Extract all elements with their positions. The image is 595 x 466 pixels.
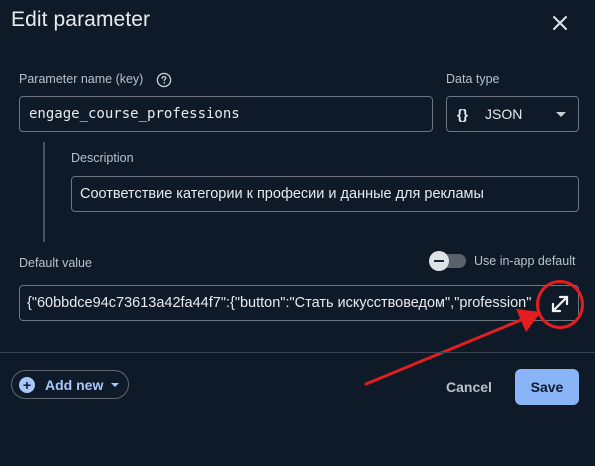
default-value-label: Default value	[19, 256, 92, 270]
expand-icon	[551, 295, 569, 313]
edit-parameter-dialog: Edit parameter Parameter name (key) Data…	[0, 0, 595, 466]
data-type-select[interactable]: {} JSON	[446, 96, 579, 132]
close-icon	[553, 16, 567, 30]
default-value-input[interactable]: {"60bbdce94c73613a42fa44f7":{"button":"С…	[19, 285, 579, 321]
json-braces-icon: {}	[457, 106, 468, 122]
save-button[interactable]: Save	[515, 369, 579, 405]
footer-divider	[0, 352, 595, 353]
add-new-label: Add new	[45, 376, 104, 393]
parameter-name-label: Parameter name (key)	[19, 72, 144, 86]
description-label: Description	[71, 151, 134, 165]
help-icon[interactable]	[156, 72, 172, 88]
chevron-down-icon	[556, 112, 566, 117]
data-type-selected: JSON	[485, 106, 523, 122]
add-circle-icon: +	[19, 376, 35, 393]
data-type-label: Data type	[446, 72, 500, 86]
toggle-track	[429, 251, 466, 271]
toggle-off-icon	[434, 260, 444, 262]
close-button[interactable]	[546, 9, 574, 37]
parameter-key-value: engage_course_professions	[29, 106, 240, 122]
use-in-app-default-label: Use in-app default	[474, 254, 576, 268]
description-value: Соответствие категории к професии и данн…	[80, 186, 484, 202]
default-value-text: {"60bbdce94c73613a42fa44f7":{"button":"С…	[27, 295, 532, 311]
parameter-key-input[interactable]: engage_course_professions	[19, 96, 433, 132]
dialog-title: Edit parameter	[11, 8, 151, 31]
chevron-down-icon	[111, 382, 120, 387]
description-input[interactable]: Соответствие категории к професии и данн…	[71, 176, 579, 212]
use-in-app-default-toggle[interactable]: Use in-app default	[429, 251, 576, 271]
cancel-button[interactable]: Cancel	[440, 372, 498, 402]
description-indent-line	[43, 142, 45, 242]
add-new-button[interactable]: + Add new	[11, 370, 129, 399]
toggle-knob	[429, 251, 449, 271]
expand-editor-button[interactable]	[545, 289, 575, 319]
